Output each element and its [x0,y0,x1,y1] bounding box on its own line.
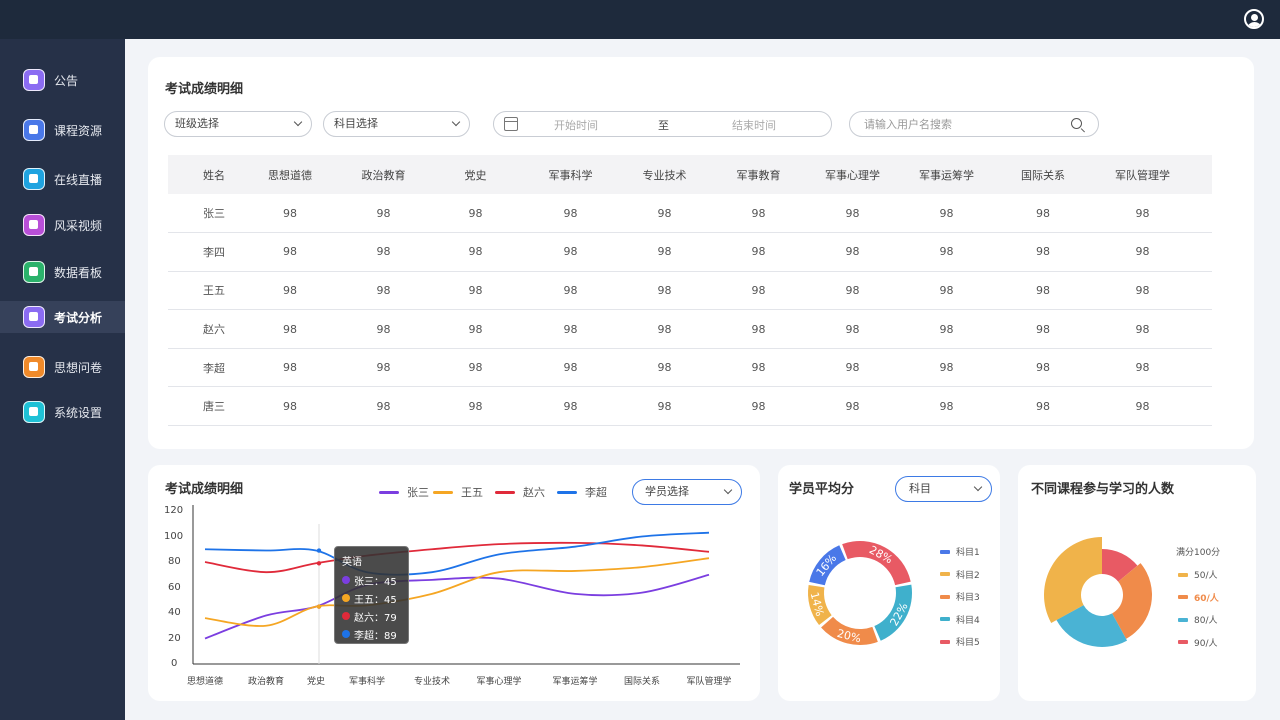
chart-tooltip: 英语 张三：45 王五：45 赵六：79 李超：89 [334,546,409,644]
y-tick-label: 40 [168,607,181,618]
hover-point [316,561,322,566]
legend-label: 科目4 [956,615,980,626]
legend-item[interactable]: 科目1 [940,545,980,558]
tooltip-dot [342,594,350,602]
subject-filter-select[interactable]: 科目 [895,476,992,502]
legend-swatch [1178,572,1188,577]
series-line-1[interactable] [204,557,710,627]
tooltip-row: 王五：45 [342,589,408,607]
rose-slice[interactable] [1044,537,1102,623]
legend-swatch [940,572,950,576]
tooltip-text: 李超：89 [354,630,397,642]
legend-swatch [1178,617,1188,622]
tooltip-dot [342,630,350,638]
legend-swatch [940,549,950,554]
legend-swatch [940,594,950,599]
legend-label: 50/人 [1194,571,1218,581]
legend-item[interactable]: 90/人 [1178,636,1218,649]
hover-point [316,604,322,609]
x-tick-label: 政治教育 [247,677,285,687]
tooltip-row: 张三：45 [342,571,408,589]
legend-label: 80/人 [1194,616,1218,626]
y-tick-label: 60 [168,581,181,593]
y-tick-label: 80 [168,556,181,567]
tooltip-text: 王五：45 [354,594,397,606]
y-tick-label: 20 [168,632,181,644]
legend-item[interactable]: 50/人 [1178,568,1218,581]
tooltip-title: 英语 [342,557,362,568]
participation-donut [1044,537,1152,647]
average-score-donut: 28%22%20%14%16% [808,541,912,645]
legend-label: 科目2 [956,570,980,581]
legend-label: 科目5 [956,638,980,648]
tooltip-text: 赵六：79 [354,612,397,624]
tooltip-dot [342,576,350,584]
tooltip-text: 张三：45 [354,576,397,588]
legend-title: 满分100分 [1176,548,1221,558]
participation-card-title: 不同课程参与学习的人数 [1031,482,1175,497]
legend-label: 60/人 [1194,593,1219,604]
legend-item[interactable]: 科目2 [940,568,980,581]
x-tick-label: 党史 [306,677,326,687]
tooltip-row: 李超：89 [342,625,408,643]
legend-label: 90/人 [1194,638,1218,649]
subject-filter-value: 科目 [909,482,931,495]
legend-label: 科目3 [956,593,980,603]
tooltip-dot [342,612,350,620]
legend-item[interactable]: 60/人 [1178,591,1219,604]
avg-card-title: 学员平均分 [789,482,855,497]
hover-point [316,548,322,553]
legend-swatch [1178,640,1188,644]
legend-item[interactable]: 80/人 [1178,613,1218,626]
x-tick-label: 军事运筹学 [552,677,598,687]
legend-swatch [940,617,950,621]
x-tick-label: 军事科学 [348,677,386,687]
x-tick-label: 军事心理学 [476,677,522,687]
legend-swatch [1178,595,1188,599]
legend-label: 科目1 [956,548,980,558]
tooltip-row: 赵六：79 [342,607,408,625]
x-tick-label: 国际关系 [623,677,661,687]
legend-item[interactable]: 科目4 [940,613,980,626]
chevron-down-icon [973,482,983,492]
y-tick-label: 0 [171,658,178,669]
legend-swatch [940,639,950,644]
x-tick-label: 思想道德 [186,677,224,687]
x-tick-label: 军队管理学 [686,677,732,687]
series-line-0[interactable] [204,573,710,640]
x-tick-label: 专业技术 [413,677,451,687]
legend-item[interactable]: 科目5 [940,635,980,648]
y-tick-label: 120 [164,505,184,516]
legend-item[interactable]: 科目3 [940,590,980,603]
y-tick-label: 100 [164,530,184,542]
